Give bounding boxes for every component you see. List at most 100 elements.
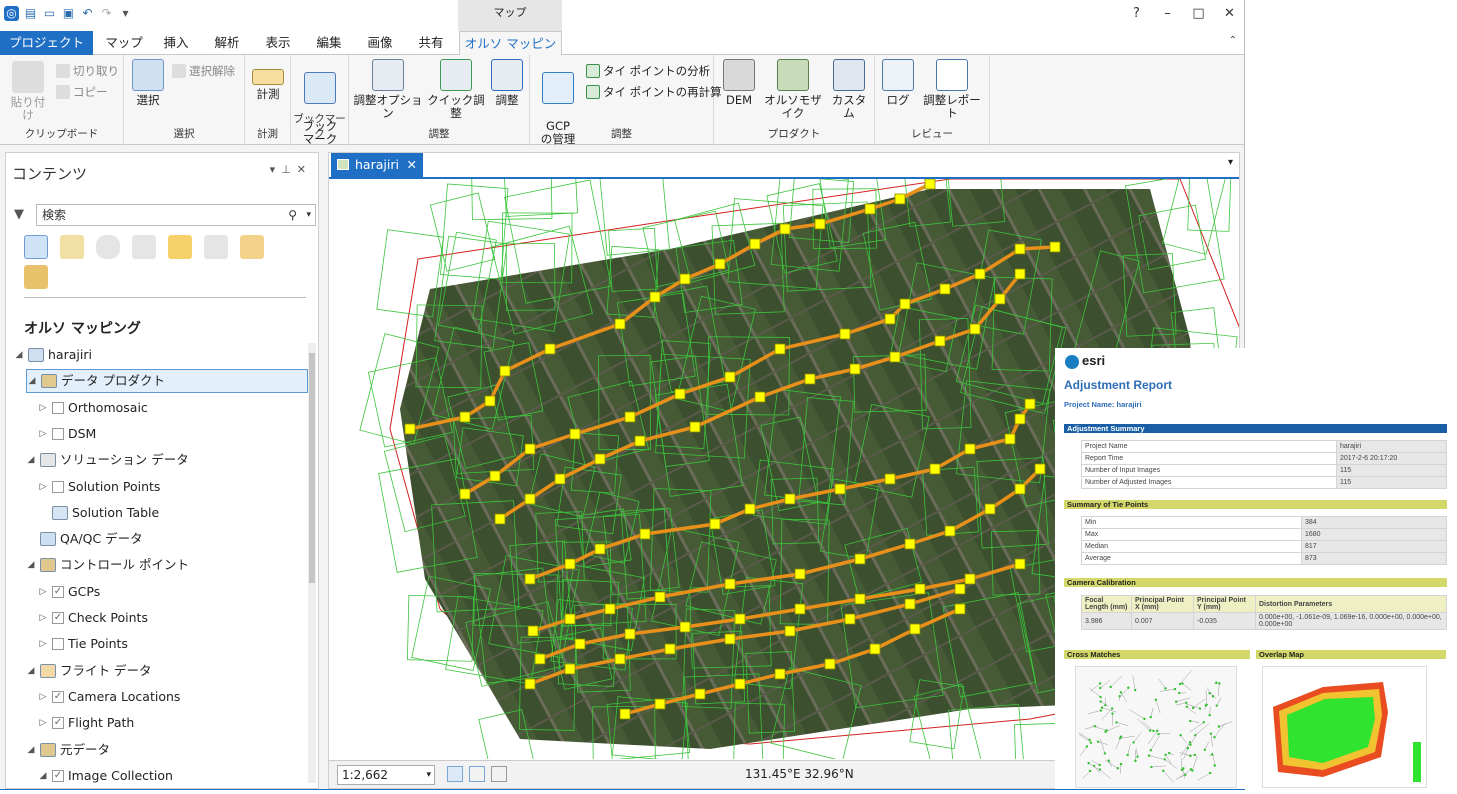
layer-visibility-checkbox[interactable]: ✓: [52, 769, 64, 782]
camera-location-marker[interactable]: [1014, 558, 1026, 570]
tab-imagery[interactable]: 画像: [356, 31, 404, 55]
tree-node[interactable]: ◢ harajiri: [14, 343, 92, 367]
camera-location-marker[interactable]: [624, 411, 636, 423]
search-icon[interactable]: ⚲: [288, 205, 297, 225]
camera-location-marker[interactable]: [459, 488, 471, 500]
layer-visibility-checkbox[interactable]: ✓: [52, 612, 64, 624]
camera-location-marker[interactable]: [774, 343, 786, 355]
tab-edit[interactable]: 編集: [305, 31, 353, 55]
camera-location-marker[interactable]: [524, 573, 536, 585]
camera-location-marker[interactable]: [649, 291, 661, 303]
camera-location-marker[interactable]: [569, 428, 581, 440]
open-project-icon[interactable]: ▭: [42, 6, 57, 21]
camera-location-marker[interactable]: [854, 553, 866, 565]
camera-location-marker[interactable]: [964, 443, 976, 455]
camera-location-marker[interactable]: [1014, 268, 1026, 280]
map-tab-close-icon[interactable]: ✕: [407, 153, 417, 177]
camera-location-marker[interactable]: [954, 603, 966, 615]
camera-location-marker[interactable]: [404, 423, 416, 435]
list-by-selection-icon[interactable]: [132, 235, 156, 259]
tree-node[interactable]: ▷ ✓ Check Points: [38, 606, 148, 630]
camera-location-marker[interactable]: [1034, 463, 1046, 475]
camera-location-marker[interactable]: [964, 573, 976, 585]
close-button[interactable]: ✕: [1214, 0, 1244, 28]
camera-location-marker[interactable]: [939, 283, 951, 295]
measure-button[interactable]: 計測: [251, 69, 285, 101]
tree-node[interactable]: Solution Table: [38, 501, 159, 525]
camera-location-marker[interactable]: [524, 443, 536, 455]
camera-location-marker[interactable]: [594, 543, 606, 555]
camera-location-marker[interactable]: [654, 698, 666, 710]
scale-dropdown-icon[interactable]: ▾: [426, 766, 431, 784]
camera-location-marker[interactable]: [734, 678, 746, 690]
camera-location-marker[interactable]: [869, 643, 881, 655]
tree-node[interactable]: ▷ ✓ Camera Locations: [38, 685, 181, 709]
layer-visibility-checkbox[interactable]: ✓: [52, 585, 64, 598]
layer-visibility-checkbox[interactable]: ✓: [52, 717, 64, 730]
custom-product-button[interactable]: カスタム: [828, 59, 870, 120]
tree-node[interactable]: ▷ ✓ Flight Path: [38, 711, 135, 735]
camera-location-marker[interactable]: [1049, 241, 1061, 253]
layer-visibility-checkbox[interactable]: ✓: [52, 690, 64, 703]
camera-location-marker[interactable]: [654, 591, 666, 603]
camera-location-marker[interactable]: [954, 583, 966, 595]
clear-selection-button[interactable]: 選択解除: [172, 63, 235, 79]
camera-location-marker[interactable]: [779, 223, 791, 235]
camera-location-marker[interactable]: [924, 179, 936, 190]
cut-button[interactable]: 切り取り: [56, 63, 119, 79]
camera-location-marker[interactable]: [794, 603, 806, 615]
tree-node[interactable]: QA/QC データ: [26, 527, 143, 551]
camera-location-marker[interactable]: [824, 658, 836, 670]
expand-toggle-icon[interactable]: ▷: [38, 580, 48, 604]
tree-node[interactable]: ▷ DSM: [38, 422, 97, 446]
expand-toggle-icon[interactable]: ◢: [27, 369, 37, 393]
pane-menu-icon[interactable]: ▾: [270, 163, 282, 176]
camera-location-marker[interactable]: [679, 273, 691, 285]
filter-icon[interactable]: ▼: [14, 207, 24, 222]
camera-location-marker[interactable]: [624, 628, 636, 640]
save-project-icon[interactable]: ▣: [61, 6, 76, 21]
search-input[interactable]: 検索 ⚲ ▾: [36, 204, 316, 226]
layer-visibility-checkbox[interactable]: [52, 638, 64, 651]
camera-location-marker[interactable]: [689, 421, 701, 433]
tree-node[interactable]: ◢ フライト データ: [26, 659, 151, 683]
scroll-thumb[interactable]: [309, 353, 315, 583]
tree-node[interactable]: ◢ ソリューション データ: [26, 448, 189, 472]
camera-location-marker[interactable]: [1014, 243, 1026, 255]
camera-location-marker[interactable]: [714, 258, 726, 270]
tab-insert[interactable]: 挿入: [152, 31, 200, 55]
log-button[interactable]: ログ: [879, 59, 917, 107]
camera-location-marker[interactable]: [774, 668, 786, 680]
tree-node[interactable]: ▷ ✓ GCPs: [38, 580, 101, 604]
camera-location-marker[interactable]: [744, 503, 756, 515]
expand-toggle-icon[interactable]: ◢: [26, 659, 36, 683]
camera-location-marker[interactable]: [564, 663, 576, 675]
camera-location-marker[interactable]: [674, 388, 686, 400]
camera-location-marker[interactable]: [614, 318, 626, 330]
minimize-button[interactable]: –: [1152, 0, 1183, 28]
camera-location-marker[interactable]: [904, 538, 916, 550]
camera-location-marker[interactable]: [494, 513, 506, 525]
camera-location-marker[interactable]: [814, 218, 826, 230]
map-tab-harajiri[interactable]: harajiri ✕: [331, 153, 423, 177]
camera-location-marker[interactable]: [749, 238, 761, 250]
tree-node[interactable]: ▷ Orthomosaic: [38, 396, 148, 420]
camera-location-marker[interactable]: [974, 268, 986, 280]
recompute-tie-points-button[interactable]: タイ ポイントの再計算: [586, 84, 722, 100]
select-button[interactable]: 選択: [130, 59, 166, 107]
camera-location-marker[interactable]: [909, 623, 921, 635]
expand-toggle-icon[interactable]: ▷: [38, 422, 48, 446]
search-dropdown-icon[interactable]: ▾: [306, 205, 311, 225]
expand-toggle-icon[interactable]: ▷: [38, 606, 48, 630]
camera-location-marker[interactable]: [724, 633, 736, 645]
camera-location-marker[interactable]: [1014, 413, 1026, 425]
snapping-icon[interactable]: [469, 766, 485, 782]
tab-view[interactable]: 表示: [254, 31, 302, 55]
list-by-data-source-icon[interactable]: [96, 235, 120, 259]
analyze-tie-points-button[interactable]: タイ ポイントの分析: [586, 63, 710, 79]
pin-icon[interactable]: ⊥: [281, 163, 297, 176]
scale-dropdown[interactable]: 1:2,662 ▾: [337, 765, 435, 785]
tree-node[interactable]: ◢ データ プロダクト: [26, 369, 308, 394]
camera-location-marker[interactable]: [694, 688, 706, 700]
camera-location-marker[interactable]: [724, 578, 736, 590]
